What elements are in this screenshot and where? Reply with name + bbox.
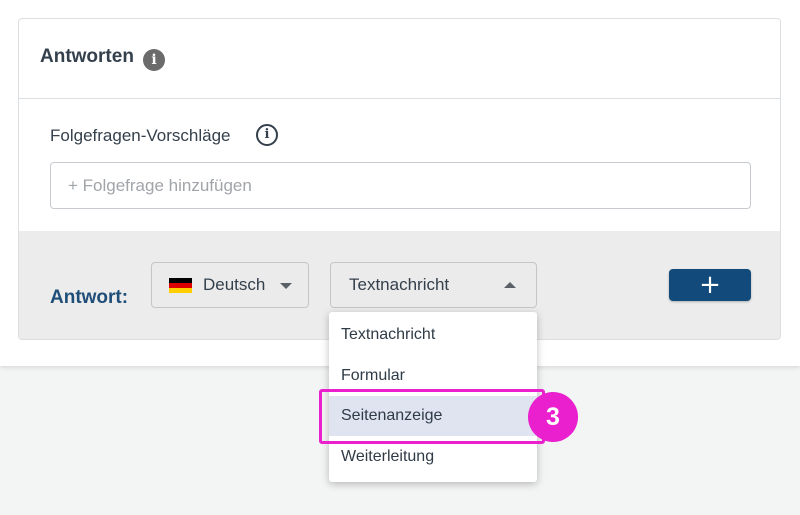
card-title: Antworten bbox=[40, 46, 134, 67]
flag-germany-icon bbox=[169, 278, 192, 293]
answer-type-selected-value: Textnachricht bbox=[349, 275, 450, 294]
answer-type-select[interactable]: Textnachricht bbox=[330, 262, 537, 308]
dropdown-option-textnachricht[interactable]: Textnachricht bbox=[329, 315, 537, 355]
info-icon[interactable]: i bbox=[143, 49, 165, 71]
answer-label: Antwort: bbox=[50, 287, 129, 308]
annotation-highlight-box bbox=[319, 389, 545, 444]
followup-info-icon[interactable]: i bbox=[256, 124, 278, 146]
chevron-down-icon bbox=[280, 283, 292, 289]
answers-card: Antworten i Folgefragen-Vorschläge i Ant… bbox=[18, 18, 781, 340]
language-select[interactable]: Deutsch bbox=[151, 262, 309, 308]
followup-label: Folgefragen-Vorschläge bbox=[50, 126, 231, 145]
language-selected-value: Deutsch bbox=[203, 275, 266, 294]
step-number-badge: 3 bbox=[528, 392, 578, 442]
followup-input[interactable] bbox=[50, 162, 751, 209]
add-answer-button[interactable]: + bbox=[669, 269, 751, 301]
card-header: Antworten i bbox=[19, 19, 780, 99]
chevron-up-icon bbox=[504, 282, 516, 288]
